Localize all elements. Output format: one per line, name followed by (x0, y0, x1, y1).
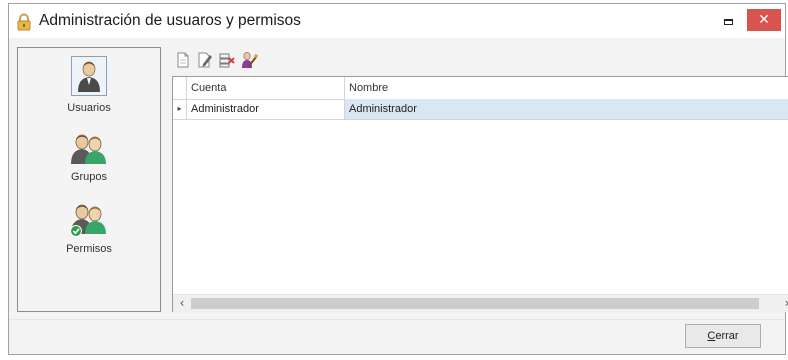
users-table[interactable]: Cuenta Nombre ▸ Administrador Administra… (172, 76, 788, 312)
maximize-button[interactable] (715, 13, 743, 31)
delete-icon (219, 53, 235, 68)
horizontal-scrollbar[interactable]: ‹ › (173, 294, 788, 312)
cell-nombre[interactable]: Administrador (345, 99, 788, 119)
column-header-nombre[interactable]: Nombre (345, 77, 788, 99)
sidebar-item-permisos[interactable]: Permisos (18, 203, 160, 255)
scrollbar-thumb[interactable] (191, 298, 759, 309)
row-header-column (173, 77, 187, 99)
title-bar[interactable]: Administración de usuaros y permisos ✕ (9, 4, 785, 38)
close-window-button[interactable]: ✕ (747, 9, 781, 31)
footer-divider (9, 319, 785, 320)
delete-user-button[interactable] (216, 49, 238, 71)
group-icon (71, 134, 106, 164)
window-title: Administración de usuaros y permisos (39, 12, 301, 29)
table-header: Cuenta Nombre (173, 77, 788, 100)
cell-cuenta[interactable]: Administrador (187, 99, 345, 119)
sidebar-item-usuarios[interactable]: Usuarios (18, 56, 160, 114)
toolbar (172, 49, 260, 71)
close-button[interactable]: Cerrar (685, 324, 761, 348)
sidebar-item-grupos[interactable]: Grupos (18, 133, 160, 183)
column-header-cuenta[interactable]: Cuenta (187, 77, 345, 99)
maximize-icon (724, 19, 733, 25)
user-permissions-button[interactable] (238, 49, 260, 71)
close-button-label: errar (715, 330, 739, 342)
edit-user-button[interactable] (194, 49, 216, 71)
table-row[interactable]: ▸ Administrador Administrador (173, 99, 788, 120)
sidebar-item-label: Permisos (66, 243, 112, 255)
new-user-button[interactable] (172, 49, 194, 71)
edit-icon (198, 52, 212, 68)
user-icon (71, 56, 107, 96)
permissions-icon (70, 204, 106, 237)
sidebar-item-label: Grupos (70, 171, 108, 183)
user-key-icon (242, 52, 258, 68)
dialog-window: Administración de usuaros y permisos ✕ U… (8, 3, 788, 355)
lock-icon (17, 13, 31, 31)
scroll-left-icon[interactable]: ‹ (173, 295, 191, 312)
current-row-indicator: ▸ (173, 99, 187, 119)
sidebar: Usuarios Grupos Permisos (17, 47, 161, 312)
scroll-right-icon[interactable]: › (778, 295, 788, 312)
sidebar-item-label: Usuarios (67, 102, 111, 114)
new-icon (177, 52, 189, 68)
